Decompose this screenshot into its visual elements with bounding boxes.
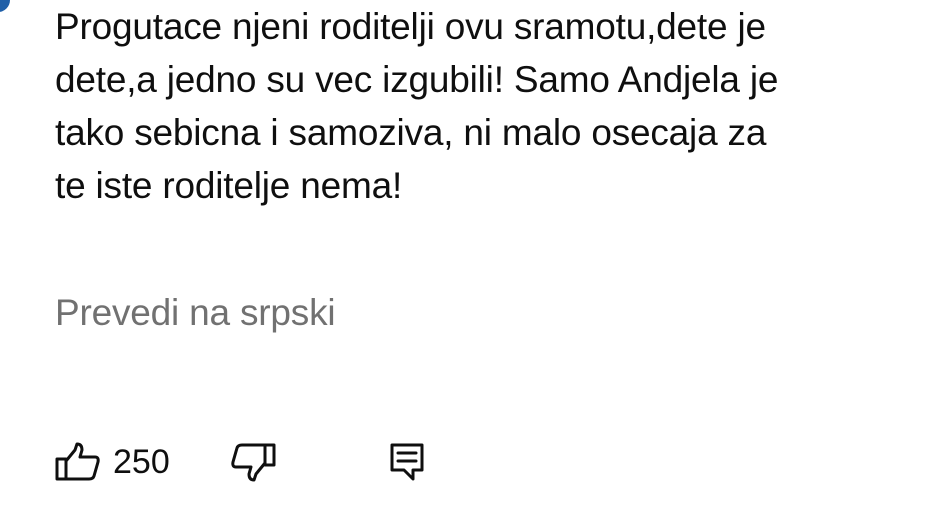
reply-button[interactable]: [389, 436, 425, 488]
comment-action-bar: 250: [55, 436, 655, 488]
avatar[interactable]: [0, 0, 10, 12]
comment-line: Progutace njeni roditelji ovu sramotu,de…: [55, 6, 766, 47]
comment-line: tako sebicna i samoziva, ni malo osecaja…: [55, 112, 767, 153]
dislike-button[interactable]: [230, 436, 276, 488]
comment-line: te iste roditelje nema!: [55, 165, 403, 206]
comment-text: Progutace njeni roditelji ovu sramotu,de…: [55, 0, 925, 212]
thumbs-up-icon: [55, 442, 101, 482]
like-button[interactable]: 250: [55, 436, 170, 488]
translate-link[interactable]: Prevedi na srpski: [55, 289, 336, 337]
thumbs-down-icon: [230, 442, 276, 482]
like-count: 250: [113, 442, 170, 481]
reply-comment-icon: [389, 442, 425, 482]
comment-line: dete,a jedno su vec izgubili! Samo Andje…: [55, 59, 779, 100]
